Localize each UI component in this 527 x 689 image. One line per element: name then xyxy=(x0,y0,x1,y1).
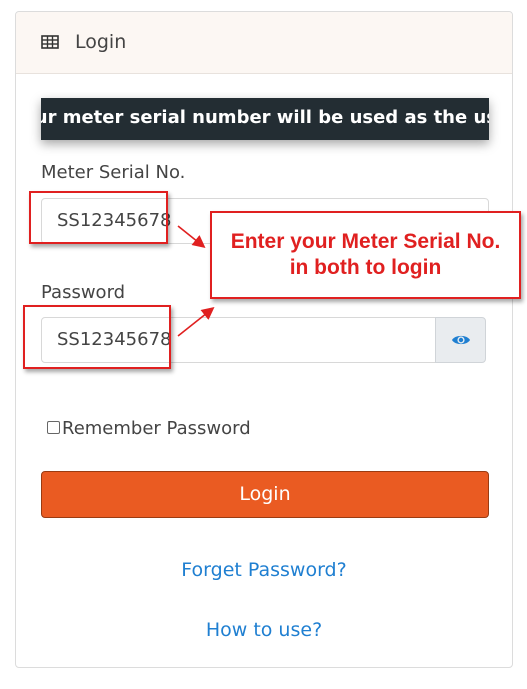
callout-line-1: Enter your Meter Serial No. xyxy=(230,230,501,253)
annotation-arrows xyxy=(177,225,215,337)
arrow-to-password xyxy=(177,307,215,337)
arrow-to-serial xyxy=(177,225,206,248)
annotation-callout: Enter your Meter Serial No. in both to l… xyxy=(210,211,521,299)
callout-line-2: in both to login xyxy=(289,256,442,279)
